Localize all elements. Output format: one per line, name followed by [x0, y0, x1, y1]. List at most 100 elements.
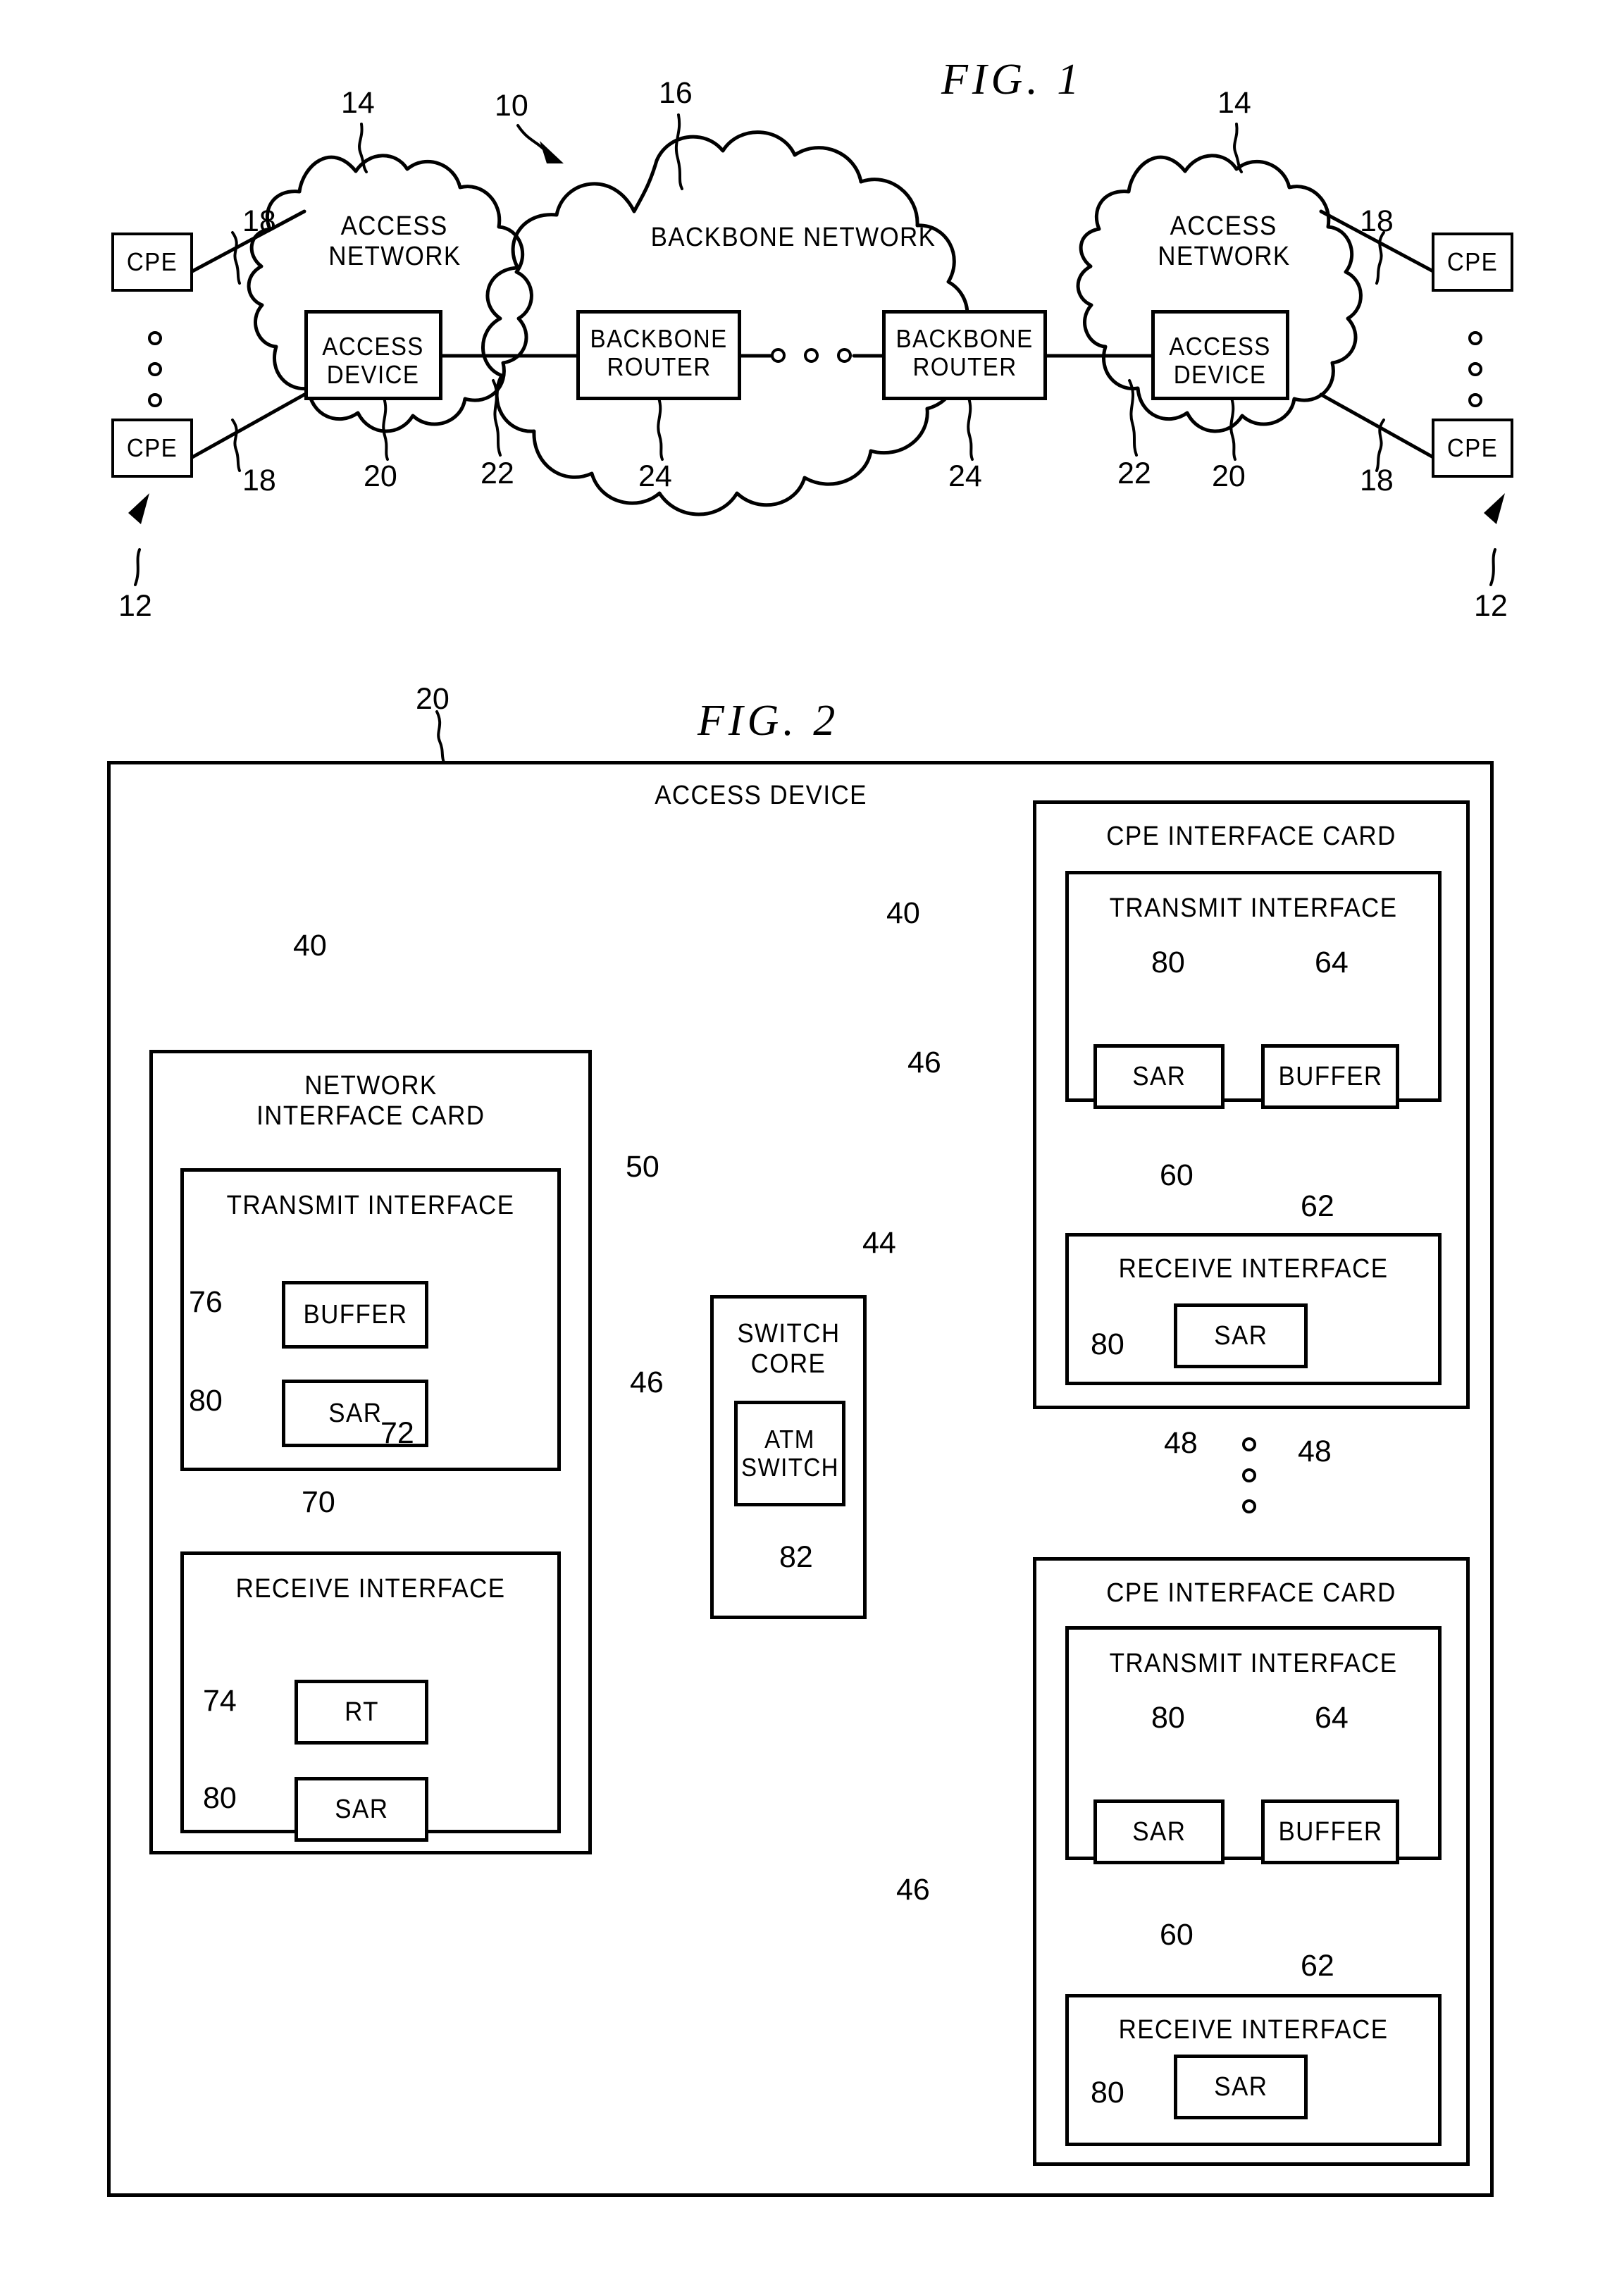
access-device-box-left: ACCESS DEVICE [304, 310, 442, 400]
ref-12-right: 12 [1474, 589, 1508, 623]
figure-1-title: FIG. 1 [941, 56, 1084, 104]
ref-80-nic-tx-sar: 80 [189, 1384, 223, 1418]
ref-48-left: 48 [1164, 1426, 1198, 1460]
ref-82-atm-switch: 82 [779, 1540, 813, 1574]
cpe-left-ellipsis [148, 331, 162, 407]
access-device-right-line2: DEVICE [1174, 360, 1267, 389]
switch-core-title: SWITCH CORE [717, 1319, 860, 1379]
nic-title-line1: NETWORK [304, 1071, 438, 1101]
ref-22-left: 22 [481, 457, 514, 490]
ref-14-left: 14 [341, 86, 375, 120]
access-network-right-line2: NETWORK [1157, 241, 1291, 271]
nic-rx-sar-label: SAR [334, 1794, 389, 1824]
access-device-right-line1: ACCESS [1169, 331, 1272, 361]
cpe-bottom-tx-sar-label: SAR [1132, 1816, 1186, 1847]
backbone-router-box-right: BACKBONE ROUTER [882, 310, 1047, 400]
ref-80-cpe-top-sar: 80 [1151, 946, 1185, 979]
cpe-bottom-transmit-title: TRANSMIT INTERFACE [1109, 1649, 1398, 1678]
cpe-right-ellipsis [1468, 331, 1482, 407]
access-network-left-line2: NETWORK [328, 241, 461, 271]
cpe-box-right-top: CPE [1432, 233, 1513, 292]
nic-tx-buffer-label: BUFFER [302, 1299, 408, 1330]
ref-74-rt: 74 [203, 1684, 237, 1718]
ref-16: 16 [659, 76, 693, 110]
ref-50-nic: 50 [626, 1150, 659, 1184]
cpe-left-top-label: CPE [126, 247, 178, 276]
cpe-top-tx-buffer-box: BUFFER [1261, 1044, 1399, 1109]
ref-80-cpe-bottom-sar: 80 [1151, 1701, 1185, 1735]
ref-46-left: 46 [630, 1365, 664, 1399]
cpe-card-ellipsis [1242, 1437, 1256, 1513]
backbone-router-ellipsis [771, 348, 852, 363]
switch-core-line2: CORE [750, 1349, 826, 1379]
ref-14-right: 14 [1217, 86, 1251, 120]
backbone-router-left-line1: BACKBONE [590, 324, 728, 353]
ref-70-nic-rx: 70 [302, 1485, 335, 1519]
ref-12-left: 12 [118, 589, 152, 623]
backbone-router-left-line2: ROUTER [606, 352, 712, 382]
cpe-bottom-tx-sar-box: SAR [1093, 1799, 1225, 1864]
ref-20-right: 20 [1212, 459, 1246, 493]
ref-18-right-bottom: 18 [1360, 464, 1394, 497]
switch-core-line1: SWITCH [736, 1319, 841, 1349]
ref-64-cpe-bottom-buffer: 64 [1315, 1701, 1349, 1735]
ref-62-cpe-bottom: 62 [1301, 1949, 1334, 1983]
cpe-bottom-rx-sar-label: SAR [1213, 2071, 1268, 2102]
cpe-box-right-bottom: CPE [1432, 419, 1513, 478]
access-network-left-label: ACCESS NETWORK [310, 211, 479, 271]
ref-76-buffer: 76 [189, 1285, 223, 1319]
ref-22-right: 22 [1117, 457, 1151, 490]
ref-24-left: 24 [638, 459, 672, 493]
cpe-bottom-tx-buffer-label: BUFFER [1277, 1816, 1383, 1847]
nic-rx-sar-box: SAR [295, 1777, 428, 1842]
cpe-top-tx-buffer-label: BUFFER [1277, 1061, 1383, 1091]
nic-rx-rt-label: RT [344, 1697, 379, 1727]
cpe-left-bottom-label: CPE [126, 433, 178, 462]
cpe-right-top-label: CPE [1446, 247, 1499, 276]
cpe-box-left-bottom: CPE [111, 419, 193, 478]
ref-60-cpe-top: 60 [1160, 1158, 1194, 1192]
cpe-top-rx-sar-box: SAR [1174, 1303, 1308, 1368]
nic-title-line2: INTERFACE CARD [256, 1101, 485, 1131]
cpe-bottom-rx-sar-box: SAR [1174, 2055, 1308, 2119]
cpe-top-receive-title: RECEIVE INTERFACE [1118, 1254, 1389, 1284]
access-device-box-right: ACCESS DEVICE [1151, 310, 1289, 400]
figure-2-title: FIG. 2 [698, 697, 840, 745]
ref-44-switch-core: 44 [862, 1226, 896, 1260]
backbone-router-box-left: BACKBONE ROUTER [576, 310, 741, 400]
cpe-top-tx-sar-label: SAR [1132, 1061, 1186, 1091]
ref-72-nic-tx: 72 [380, 1416, 414, 1450]
cpe-top-tx-sar-box: SAR [1093, 1044, 1225, 1109]
nic-transmit-interface-title: TRANSMIT INTERFACE [226, 1191, 515, 1220]
nic-tx-sar-label: SAR [328, 1398, 383, 1428]
cpe-bottom-tx-buffer-box: BUFFER [1261, 1799, 1399, 1864]
nic-receive-interface-title: RECEIVE INTERFACE [235, 1574, 506, 1604]
ref-18-left-top: 18 [242, 204, 276, 238]
cpe-right-bottom-label: CPE [1446, 433, 1499, 462]
ref-18-right-top: 18 [1360, 204, 1394, 238]
ref-20-fig2: 20 [416, 682, 450, 716]
cpe-interface-card-bottom-title: CPE INTERFACE CARD [1106, 1578, 1396, 1608]
access-network-left-line1: ACCESS [340, 211, 449, 241]
atm-switch-line2: SWITCH [740, 1453, 839, 1482]
ref-80-nic-rx-sar: 80 [203, 1781, 237, 1815]
access-network-right-label: ACCESS NETWORK [1139, 211, 1308, 271]
ref-20-left: 20 [364, 459, 397, 493]
network-interface-card-title: NETWORK INTERFACE CARD [156, 1071, 585, 1131]
cpe-interface-card-top-title: CPE INTERFACE CARD [1106, 822, 1396, 851]
ref-62-cpe-top: 62 [1301, 1189, 1334, 1223]
nic-rx-rt-box: RT [295, 1680, 428, 1745]
ref-80-cpe-bottom-rx-sar: 80 [1091, 2076, 1124, 2109]
ref-46-bottom: 46 [896, 1873, 930, 1907]
cpe-top-rx-sar-label: SAR [1213, 1320, 1268, 1351]
ref-48-right: 48 [1298, 1435, 1332, 1468]
access-network-right-line1: ACCESS [1170, 211, 1278, 241]
nic-tx-buffer-box: BUFFER [282, 1281, 428, 1349]
ref-10: 10 [495, 89, 528, 123]
ref-40-cpe-card: 40 [886, 896, 920, 930]
ref-24-right: 24 [948, 459, 982, 493]
backbone-router-right-line2: ROUTER [912, 352, 1017, 382]
backbone-router-right-line1: BACKBONE [895, 324, 1034, 353]
ref-40-nic: 40 [293, 929, 327, 962]
atm-switch-line1: ATM [764, 1424, 815, 1454]
